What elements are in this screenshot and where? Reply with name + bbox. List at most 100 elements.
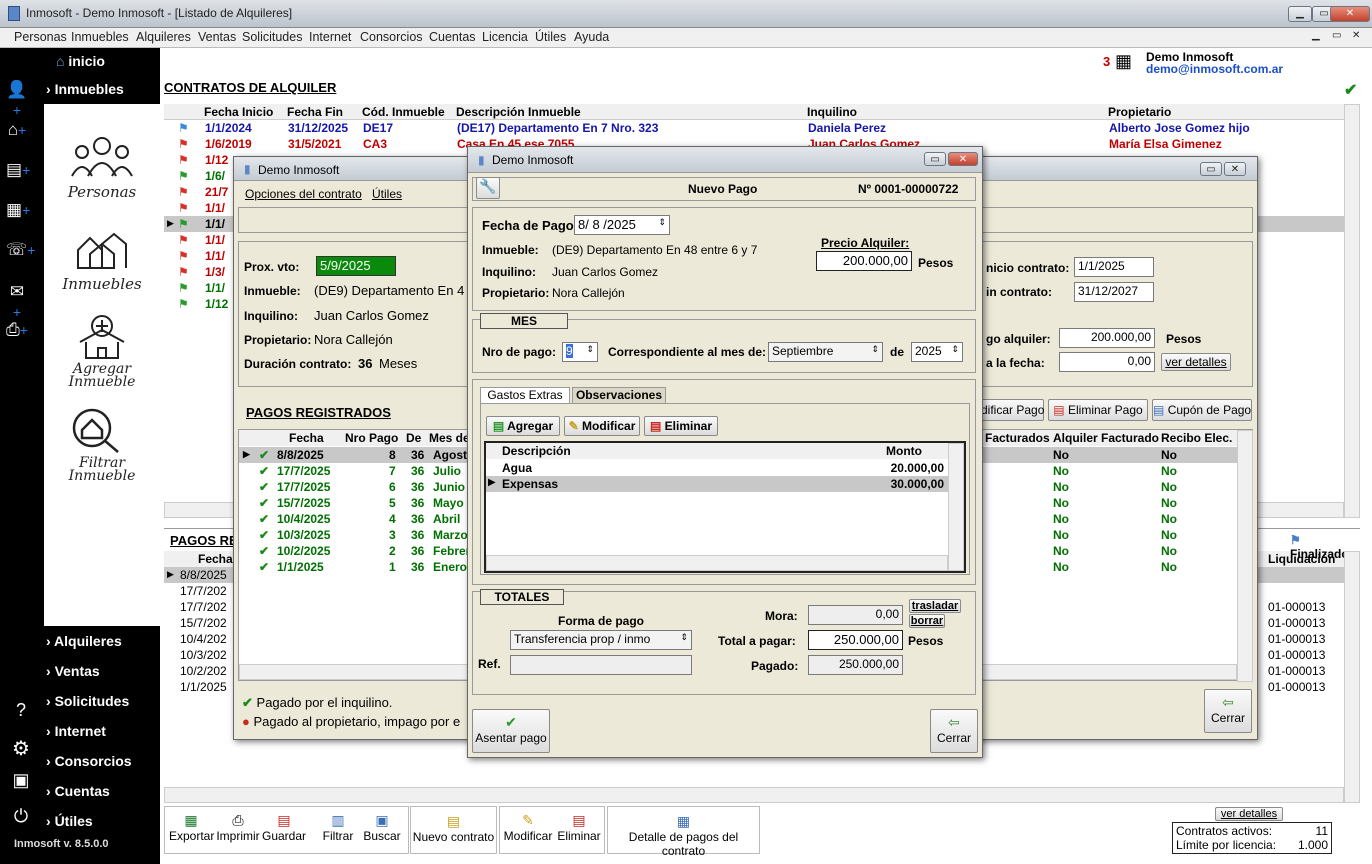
tab-observaciones[interactable]: Observaciones bbox=[572, 387, 666, 404]
gastos-hscroll[interactable] bbox=[486, 555, 948, 571]
mdi-restore-icon[interactable]: ▭ bbox=[1332, 30, 1341, 41]
col-inquilino[interactable]: Inquilino bbox=[807, 105, 857, 119]
minimize-button[interactable]: ▁ bbox=[1288, 6, 1312, 22]
pagos-col-fecha[interactable]: Fecha bbox=[289, 431, 324, 445]
gastos-col-monto[interactable]: Monto bbox=[886, 444, 922, 458]
sidebar-inicio[interactable]: ⌂ inicio bbox=[56, 53, 105, 69]
sidebar-cuentas[interactable]: › Cuentas bbox=[46, 783, 110, 799]
gear-icon[interactable]: ⚙ bbox=[10, 736, 32, 760]
contract-close-button[interactable]: ✕ bbox=[1224, 162, 1246, 176]
col-cod-inmueble[interactable]: Cód. Inmueble bbox=[362, 105, 445, 119]
anio-input[interactable]: 2025 ⇕ bbox=[911, 342, 963, 362]
pago-close-button[interactable]: ✕ bbox=[948, 152, 978, 166]
bottom-vscroll[interactable] bbox=[1344, 551, 1360, 803]
sidebar-inmuebles[interactable]: › Inmuebles bbox=[46, 81, 124, 97]
add-property-icon[interactable]: ⌂+ bbox=[6, 120, 28, 142]
cupon-pago-button[interactable]: ▤ Cupón de Pago bbox=[1152, 399, 1252, 421]
modificar-pago-button[interactable]: dificar Pago bbox=[980, 399, 1044, 421]
filtrar-button[interactable]: ▥ Filtrar bbox=[316, 812, 360, 843]
mdi-minimize-icon[interactable]: ▁ bbox=[1312, 30, 1320, 41]
menu-ayuda[interactable]: Ayuda bbox=[574, 30, 609, 44]
menu-licencia[interactable]: Licencia bbox=[482, 30, 528, 44]
tab-gastos-extras[interactable]: Gastos Extras bbox=[480, 387, 570, 404]
mes-select[interactable]: Septiembre ⇕ bbox=[768, 342, 883, 362]
gastos-vscroll[interactable] bbox=[948, 443, 964, 571]
bottom-hscroll[interactable] bbox=[164, 787, 1344, 803]
contracts-vscroll[interactable] bbox=[1344, 104, 1360, 518]
col-fecha-fin[interactable]: Fecha Fin bbox=[287, 105, 343, 119]
wrench-icon[interactable]: 🔧 bbox=[476, 177, 500, 199]
gasto-row[interactable]: Agua 20.000,00 bbox=[486, 460, 948, 476]
sidebar-ventas[interactable]: › Ventas bbox=[46, 663, 100, 679]
ver-detalles-button[interactable]: ver detalles bbox=[1161, 353, 1231, 371]
ver-detalles-footer[interactable]: ver detalles bbox=[1215, 807, 1283, 821]
pagos-col-mes[interactable]: Mes de bbox=[429, 431, 470, 445]
trasladar-button[interactable]: trasladar bbox=[909, 599, 961, 613]
menu-alquileres[interactable]: Alquileres bbox=[136, 30, 191, 44]
sidebar-utiles[interactable]: › Útiles bbox=[46, 813, 93, 829]
menu-internet[interactable]: Internet bbox=[309, 30, 351, 44]
pagos-col-nro[interactable]: Nro Pago bbox=[345, 431, 398, 445]
pagos-vscroll[interactable] bbox=[1237, 430, 1253, 682]
whatsapp-icon[interactable]: ☏+ bbox=[6, 240, 35, 262]
sidebar-consorcios[interactable]: › Consorcios bbox=[46, 753, 132, 769]
col-descripcion[interactable]: Descripción Inmueble bbox=[456, 105, 581, 119]
add-document-icon[interactable]: ▤+ bbox=[6, 160, 30, 182]
tile-personas[interactable]: Personas bbox=[60, 132, 144, 201]
sidebar-alquileres[interactable]: › Alquileres bbox=[46, 633, 122, 649]
gasto-row-selected[interactable]: ▶ Expensas 30.000,00 bbox=[486, 476, 948, 492]
sidebar-internet[interactable]: › Internet bbox=[46, 723, 106, 739]
contract-cerrar-button[interactable]: ⇦ Cerrar bbox=[1204, 689, 1252, 733]
pagos-col-recibo[interactable]: Recibo Elec. bbox=[1161, 431, 1232, 445]
menu-cuentas[interactable]: Cuentas bbox=[429, 30, 476, 44]
ref-input[interactable] bbox=[510, 655, 692, 675]
eliminar-pago-button[interactable]: ▤ Eliminar Pago bbox=[1048, 399, 1148, 421]
tile-agregar-inmueble[interactable]: Agregar Inmueble bbox=[60, 312, 144, 389]
calendar-clock-icon[interactable]: ▦ bbox=[1115, 51, 1132, 72]
modificar-gasto-button[interactable]: ✎ Modificar bbox=[564, 416, 640, 436]
col-fecha-inicio[interactable]: Fecha Inicio bbox=[204, 105, 273, 119]
modificar-button[interactable]: ✎ Modificar bbox=[502, 812, 554, 843]
nro-pago-input[interactable]: 9 ⇕ bbox=[562, 342, 598, 362]
pago-cerrar-button[interactable]: ⇦ Cerrar bbox=[930, 709, 978, 753]
forma-pago-select[interactable]: Transferencia prop / inmo ⇕ bbox=[510, 630, 692, 650]
menu-contract-utiles[interactable]: Útiles bbox=[372, 187, 402, 201]
add-calendar-icon[interactable]: ▦+ bbox=[6, 200, 30, 222]
sidebar-solicitudes[interactable]: › Solicitudes bbox=[46, 693, 129, 709]
menu-consorcios[interactable]: Consorcios bbox=[360, 30, 423, 44]
pagos-col-facturados[interactable]: Facturados bbox=[985, 431, 1050, 445]
bottom-col-fecha[interactable]: Fecha bbox=[198, 552, 233, 566]
menu-utiles[interactable]: Útiles bbox=[535, 30, 566, 44]
fecha-pago-input[interactable]: 8/ 8 /2025 ⇕ bbox=[574, 215, 670, 235]
detalle-pagos-button[interactable]: ▦ Detalle de pagos del contrato bbox=[607, 806, 760, 858]
mail-icon[interactable]: ✉+ bbox=[6, 282, 28, 320]
menu-ventas[interactable]: Ventas bbox=[198, 30, 236, 44]
pagos-col-alquiler-facturado[interactable]: Alquiler Facturado bbox=[1053, 431, 1159, 445]
col-propietario[interactable]: Propietario bbox=[1108, 105, 1171, 119]
add-person-icon[interactable]: 👤+ bbox=[6, 80, 28, 118]
tile-inmuebles[interactable]: Inmuebles bbox=[60, 224, 144, 293]
menu-inmuebles[interactable]: Inmuebles bbox=[71, 30, 129, 44]
help-icon[interactable]: ? bbox=[10, 700, 32, 722]
imprimir-button[interactable]: ⎙ Imprimir bbox=[216, 812, 260, 843]
menu-opciones-contrato[interactable]: Opciones del contrato bbox=[245, 187, 362, 201]
agregar-gasto-button[interactable]: ▤ Agregar bbox=[486, 416, 560, 436]
menu-personas[interactable]: Personas bbox=[14, 30, 67, 44]
nuevo-contrato-button[interactable]: ▤ Nuevo contrato bbox=[410, 806, 497, 854]
close-button[interactable]: ✕ bbox=[1330, 6, 1370, 22]
buscar-button[interactable]: ▣ Buscar bbox=[360, 812, 404, 843]
borrar-button[interactable]: borrar bbox=[909, 614, 945, 628]
pago-maximize-button[interactable]: ▭ bbox=[924, 152, 946, 166]
exportar-button[interactable]: ▦ Exportar bbox=[169, 812, 214, 843]
mdi-close-icon[interactable]: ✕ bbox=[1352, 30, 1360, 41]
gastos-col-descripcion[interactable]: Descripción bbox=[502, 444, 571, 458]
contract-maximize-button[interactable]: ▭ bbox=[1200, 162, 1222, 176]
lock-icon[interactable]: ▣ bbox=[10, 770, 32, 792]
asentar-pago-button[interactable]: ✔ Asentar pago bbox=[472, 709, 550, 753]
tile-filtrar-inmueble[interactable]: Filtrar Inmueble bbox=[60, 406, 144, 483]
user-email[interactable]: demo@inmosoft.com.ar bbox=[1146, 62, 1283, 76]
eliminar-gasto-button[interactable]: ▤ Eliminar bbox=[644, 416, 718, 436]
pagos-col-de[interactable]: De bbox=[406, 431, 421, 445]
power-icon[interactable]: ⏻ bbox=[10, 806, 32, 828]
menu-solicitudes[interactable]: Solicitudes bbox=[242, 30, 302, 44]
